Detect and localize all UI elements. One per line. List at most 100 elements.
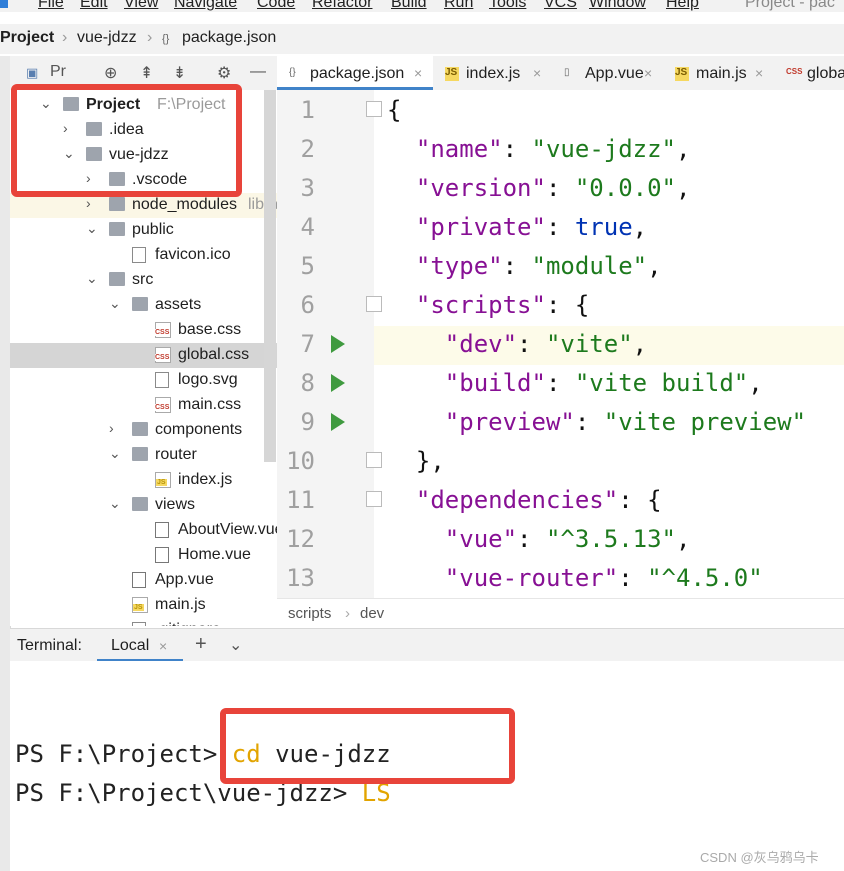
folder-icon xyxy=(109,272,125,286)
chevron-down-icon[interactable]: ⌄ xyxy=(86,270,98,287)
js-file-icon: JS xyxy=(445,67,459,81)
breadcrumb-project[interactable]: Project xyxy=(0,29,54,47)
menu-build[interactable]: Build xyxy=(391,0,427,12)
code-token: "version" xyxy=(415,174,546,202)
tab-package-json[interactable]: {} package.json × xyxy=(277,56,433,90)
terminal-prompt: PS F:\Project> xyxy=(15,740,232,768)
menu-view[interactable]: View xyxy=(124,0,158,12)
tree-item[interactable]: base.css xyxy=(10,318,277,343)
close-icon[interactable]: × xyxy=(644,65,652,81)
tab-index-js[interactable]: JS index.js × xyxy=(433,56,552,90)
line-number: 11 xyxy=(286,486,315,514)
chevron-down-icon[interactable]: ⌄ xyxy=(86,220,98,237)
close-icon[interactable]: × xyxy=(533,65,541,81)
fold-marker-icon[interactable] xyxy=(366,296,382,312)
project-tree-scrollbar[interactable] xyxy=(264,90,276,462)
close-icon[interactable]: × xyxy=(159,638,167,654)
expand-all-icon[interactable]: ⇞ xyxy=(140,63,153,83)
tree-item[interactable]: Home.vue xyxy=(10,543,277,568)
code-text: "private": true, xyxy=(387,213,647,241)
code-token: "module" xyxy=(531,252,648,280)
menu-refactor[interactable]: Refactor xyxy=(312,0,372,12)
tree-item-label: src xyxy=(132,271,154,288)
breadcrumb-package-json[interactable]: package.json xyxy=(182,29,276,47)
tree-item[interactable]: logo.svg xyxy=(10,368,277,393)
tab-globa[interactable]: CSS globa xyxy=(774,56,844,90)
menu-code[interactable]: Code xyxy=(257,0,295,12)
close-icon[interactable]: × xyxy=(414,65,422,81)
menu-run[interactable]: Run xyxy=(444,0,473,12)
menu-vcs[interactable]: VCS xyxy=(544,0,577,12)
locate-icon[interactable]: ⊕ xyxy=(104,63,117,83)
code-text: { xyxy=(387,96,401,124)
tree-item[interactable]: global.css xyxy=(10,343,277,368)
run-script-icon[interactable] xyxy=(331,374,345,392)
js-file-icon xyxy=(132,597,148,613)
tree-item[interactable]: ⌄ public xyxy=(10,218,277,243)
chevron-right-icon[interactable]: › xyxy=(109,420,114,436)
breadcrumb-vue-jdzz[interactable]: vue-jdzz xyxy=(77,29,137,47)
vue-file-icon: ▯ xyxy=(564,67,570,78)
fold-marker-icon[interactable] xyxy=(366,452,382,468)
line-number: 13 xyxy=(286,564,315,592)
chevron-down-icon[interactable]: ⌄ xyxy=(109,445,121,462)
menu-tools[interactable]: Tools xyxy=(489,0,526,12)
code-token: "scripts" xyxy=(415,291,546,319)
tree-item[interactable]: ⌄ src xyxy=(10,268,277,293)
tree-item[interactable]: › components xyxy=(10,418,277,443)
code-line: 2 "name": "vue-jdzz", xyxy=(277,131,844,170)
tree-item[interactable]: main.js xyxy=(10,593,277,618)
code-text: "preview": "vite preview" xyxy=(387,408,806,436)
gear-icon[interactable]: ⚙ xyxy=(217,63,231,83)
project-view-icon[interactable]: ▣ xyxy=(26,65,38,81)
json-file-icon: {} xyxy=(162,33,170,45)
terminal-label: Terminal: xyxy=(17,637,82,654)
tab-label: index.js xyxy=(466,65,521,82)
tree-item-label: main.css xyxy=(178,396,242,413)
collapse-all-icon[interactable]: ⇟ xyxy=(173,63,186,83)
tree-item[interactable]: main.css xyxy=(10,393,277,418)
code-token: : { xyxy=(618,486,662,514)
tree-item[interactable]: ⌄ router xyxy=(10,443,277,468)
menu-navigate[interactable]: Navigate xyxy=(174,0,237,12)
chevron-down-icon[interactable]: ⌄ xyxy=(109,295,121,312)
tree-item[interactable]: favicon.ico xyxy=(10,243,277,268)
menu-help[interactable]: Help xyxy=(666,0,699,12)
menu-window[interactable]: Window xyxy=(589,0,646,12)
tree-item[interactable]: App.vue xyxy=(10,568,277,593)
tree-item[interactable]: AboutView.vue xyxy=(10,518,277,543)
tab-App-vue[interactable]: ▯ App.vue × xyxy=(552,56,663,90)
chevron-right-icon[interactable]: › xyxy=(86,195,91,211)
minimize-icon[interactable]: — xyxy=(250,63,266,81)
line-number: 1 xyxy=(300,96,315,124)
navigation-breadcrumb: Project › vue-jdzz › {} package.json xyxy=(0,24,844,54)
tree-item[interactable]: ⌄ views xyxy=(10,493,277,518)
menu-edit[interactable]: Edit xyxy=(80,0,108,12)
editor-breadcrumb-dev[interactable]: dev xyxy=(360,605,384,622)
app-logo-icon xyxy=(0,0,8,8)
tree-item[interactable]: index.js xyxy=(10,468,277,493)
tab-main-js[interactable]: JS main.js × xyxy=(663,56,774,90)
code-editor[interactable]: 1{2 "name": "vue-jdzz", 3 "version": "0.0… xyxy=(277,90,844,598)
terminal-tab-local[interactable]: Local × xyxy=(97,629,183,662)
fold-marker-icon[interactable] xyxy=(366,101,382,117)
run-script-icon[interactable] xyxy=(331,335,345,353)
fold-marker-icon[interactable] xyxy=(366,491,382,507)
editor-breadcrumb-scripts[interactable]: scripts xyxy=(288,605,331,622)
menu-file[interactable]: File xyxy=(38,0,64,12)
code-token: : xyxy=(517,330,546,358)
code-token: "dependencies" xyxy=(415,486,619,514)
chevron-down-icon[interactable]: ⌄ xyxy=(229,635,242,655)
code-text: "dependencies": { xyxy=(387,486,662,514)
tree-item[interactable]: .gitignore xyxy=(10,618,277,626)
code-token: true xyxy=(574,213,633,241)
run-script-icon[interactable] xyxy=(331,413,345,431)
new-terminal-icon[interactable]: + xyxy=(195,633,207,656)
editor-tabs: {} package.json × JS index.js × ▯ App.vue × JS mai… xyxy=(277,56,844,91)
close-icon[interactable]: × xyxy=(755,65,763,81)
project-panel-title[interactable]: Pr xyxy=(50,63,66,81)
chevron-down-icon[interactable]: ⌄ xyxy=(109,495,121,512)
tree-item[interactable]: ⌄ assets xyxy=(10,293,277,318)
code-text: }, xyxy=(387,447,445,475)
